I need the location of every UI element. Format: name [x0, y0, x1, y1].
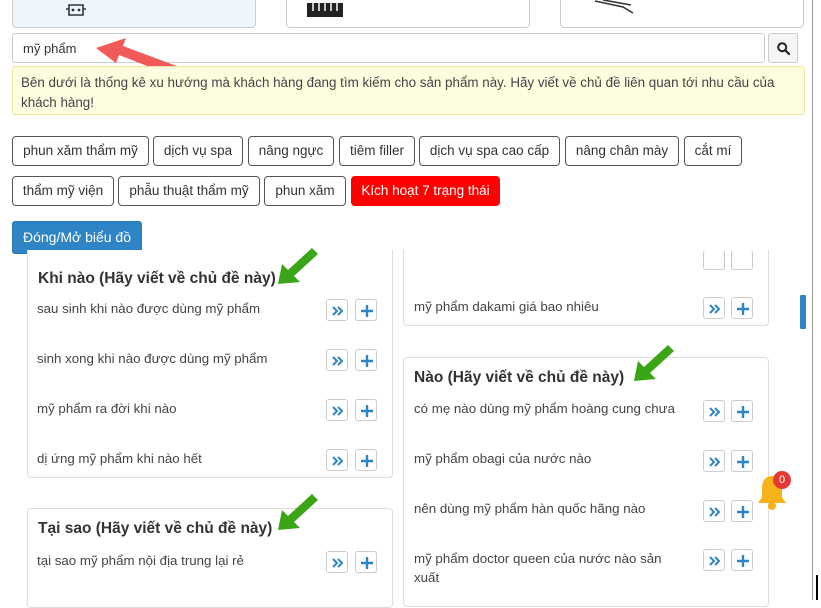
- plus-icon: [361, 557, 373, 569]
- double-chevron-icon: [332, 406, 344, 416]
- add-button[interactable]: [731, 500, 753, 522]
- add-button[interactable]: [731, 549, 753, 571]
- panel-when-title: Khi nào (Hãy viết về chủ đề này): [38, 270, 276, 287]
- option-card-1[interactable]: [12, 0, 256, 28]
- tag-nang-chan-may[interactable]: nâng chân mày: [565, 136, 679, 166]
- plus-icon: [737, 406, 749, 418]
- expand-button[interactable]: [703, 549, 725, 571]
- plus-icon: [737, 303, 749, 315]
- window-border: [812, 0, 813, 600]
- plus-icon: [737, 506, 749, 518]
- list-item: sinh xong khi nào được dùng mỹ phẩm: [37, 351, 268, 366]
- double-chevron-icon: [709, 507, 721, 517]
- add-button[interactable]: [731, 297, 753, 319]
- activate-7-states-button[interactable]: Kích hoạt 7 trạng thái: [351, 176, 500, 206]
- laptop-icon: [594, 0, 634, 14]
- list-item: dị ứng mỹ phẩm khi nào hết: [37, 451, 202, 466]
- expand-button[interactable]: [703, 297, 725, 319]
- list-item: sau sinh khi nào được dùng mỹ phẩm: [37, 301, 261, 316]
- double-chevron-icon: [709, 457, 721, 467]
- list-item: nên dùng mỹ phẩm hàn quốc hãng nào: [414, 501, 646, 516]
- notice-banner: Bên dưới là thống kê xu hướng mà khách h…: [12, 66, 805, 115]
- green-arrow-annotation: [634, 345, 674, 381]
- add-button[interactable]: [355, 299, 377, 321]
- double-chevron-icon: [709, 304, 721, 314]
- add-button[interactable]: [355, 399, 377, 421]
- panel-why-title: Tại sao (Hãy viết về chủ đề này): [38, 520, 273, 537]
- tag-cat-mi[interactable]: cắt mí: [684, 136, 742, 166]
- tag-phun-xam[interactable]: phun xăm: [264, 176, 346, 206]
- keyboard-icon: [307, 3, 343, 17]
- expand-button[interactable]: [703, 450, 725, 472]
- tag-nang-nguc[interactable]: nâng ngực: [248, 136, 334, 166]
- double-chevron-icon: [332, 558, 344, 568]
- tag-phun-xam-tham-my[interactable]: phun xăm thẩm mỹ: [12, 136, 149, 166]
- list-item: tại sao mỹ phẩm nội địa trung lại rẻ: [37, 553, 244, 568]
- notification-badge: 0: [773, 471, 791, 489]
- robot-icon: [66, 4, 86, 16]
- expand-button[interactable]: [326, 399, 348, 421]
- expand-button[interactable]: [326, 349, 348, 371]
- add-button[interactable]: [731, 250, 753, 270]
- plus-icon: [737, 555, 749, 567]
- expand-button[interactable]: [326, 299, 348, 321]
- scrollbar-thumb[interactable]: [800, 295, 806, 329]
- list-item: mỹ phẩm ra đời khi nào: [37, 401, 177, 416]
- list-item: mỹ phẩm dakami giá bao nhiêu: [414, 299, 599, 314]
- list-item: mỹ phẩm doctor queen của nước nào sản xu…: [414, 551, 662, 585]
- green-arrow-annotation: [278, 494, 318, 530]
- list-item: có mẹ nào dùng mỹ phẩm hoàng cung chưa: [414, 401, 675, 416]
- tag-dich-vu-spa-cao-cap[interactable]: dịch vụ spa cao cấp: [419, 136, 560, 166]
- plus-icon: [361, 455, 373, 467]
- list-item: mỹ phẩm obagi của nước nào: [414, 451, 592, 466]
- add-button[interactable]: [731, 450, 753, 472]
- expand-button[interactable]: [703, 400, 725, 422]
- search-button[interactable]: [768, 33, 798, 63]
- double-chevron-icon: [332, 356, 344, 366]
- add-button[interactable]: [355, 449, 377, 471]
- search-icon: [777, 42, 790, 55]
- expand-button[interactable]: [326, 551, 348, 573]
- double-chevron-icon: [332, 456, 344, 466]
- tag-phau-thuat-tham-my[interactable]: phẫu thuật thẩm mỹ: [118, 176, 260, 206]
- plus-icon: [737, 456, 749, 468]
- plus-icon: [361, 355, 373, 367]
- expand-button[interactable]: [326, 449, 348, 471]
- double-chevron-icon: [709, 407, 721, 417]
- plus-icon: [361, 305, 373, 317]
- tag-dich-vu-spa[interactable]: dịch vụ spa: [153, 136, 243, 166]
- window-edge: [816, 575, 818, 600]
- add-button[interactable]: [731, 400, 753, 422]
- add-button[interactable]: [355, 551, 377, 573]
- add-button[interactable]: [355, 349, 377, 371]
- expand-button[interactable]: [703, 250, 725, 270]
- double-chevron-icon: [709, 556, 721, 566]
- option-card-3[interactable]: [560, 0, 804, 28]
- green-arrow-annotation: [278, 248, 318, 284]
- expand-button[interactable]: [703, 500, 725, 522]
- tag-tiem-filler[interactable]: tiêm filler: [339, 136, 415, 166]
- panel-which-title: Nào (Hãy viết về chủ đề này): [414, 369, 625, 386]
- double-chevron-icon: [332, 306, 344, 316]
- plus-icon: [361, 405, 373, 417]
- tag-tham-my-vien[interactable]: thẩm mỹ viện: [12, 176, 114, 206]
- option-card-2[interactable]: [286, 0, 530, 28]
